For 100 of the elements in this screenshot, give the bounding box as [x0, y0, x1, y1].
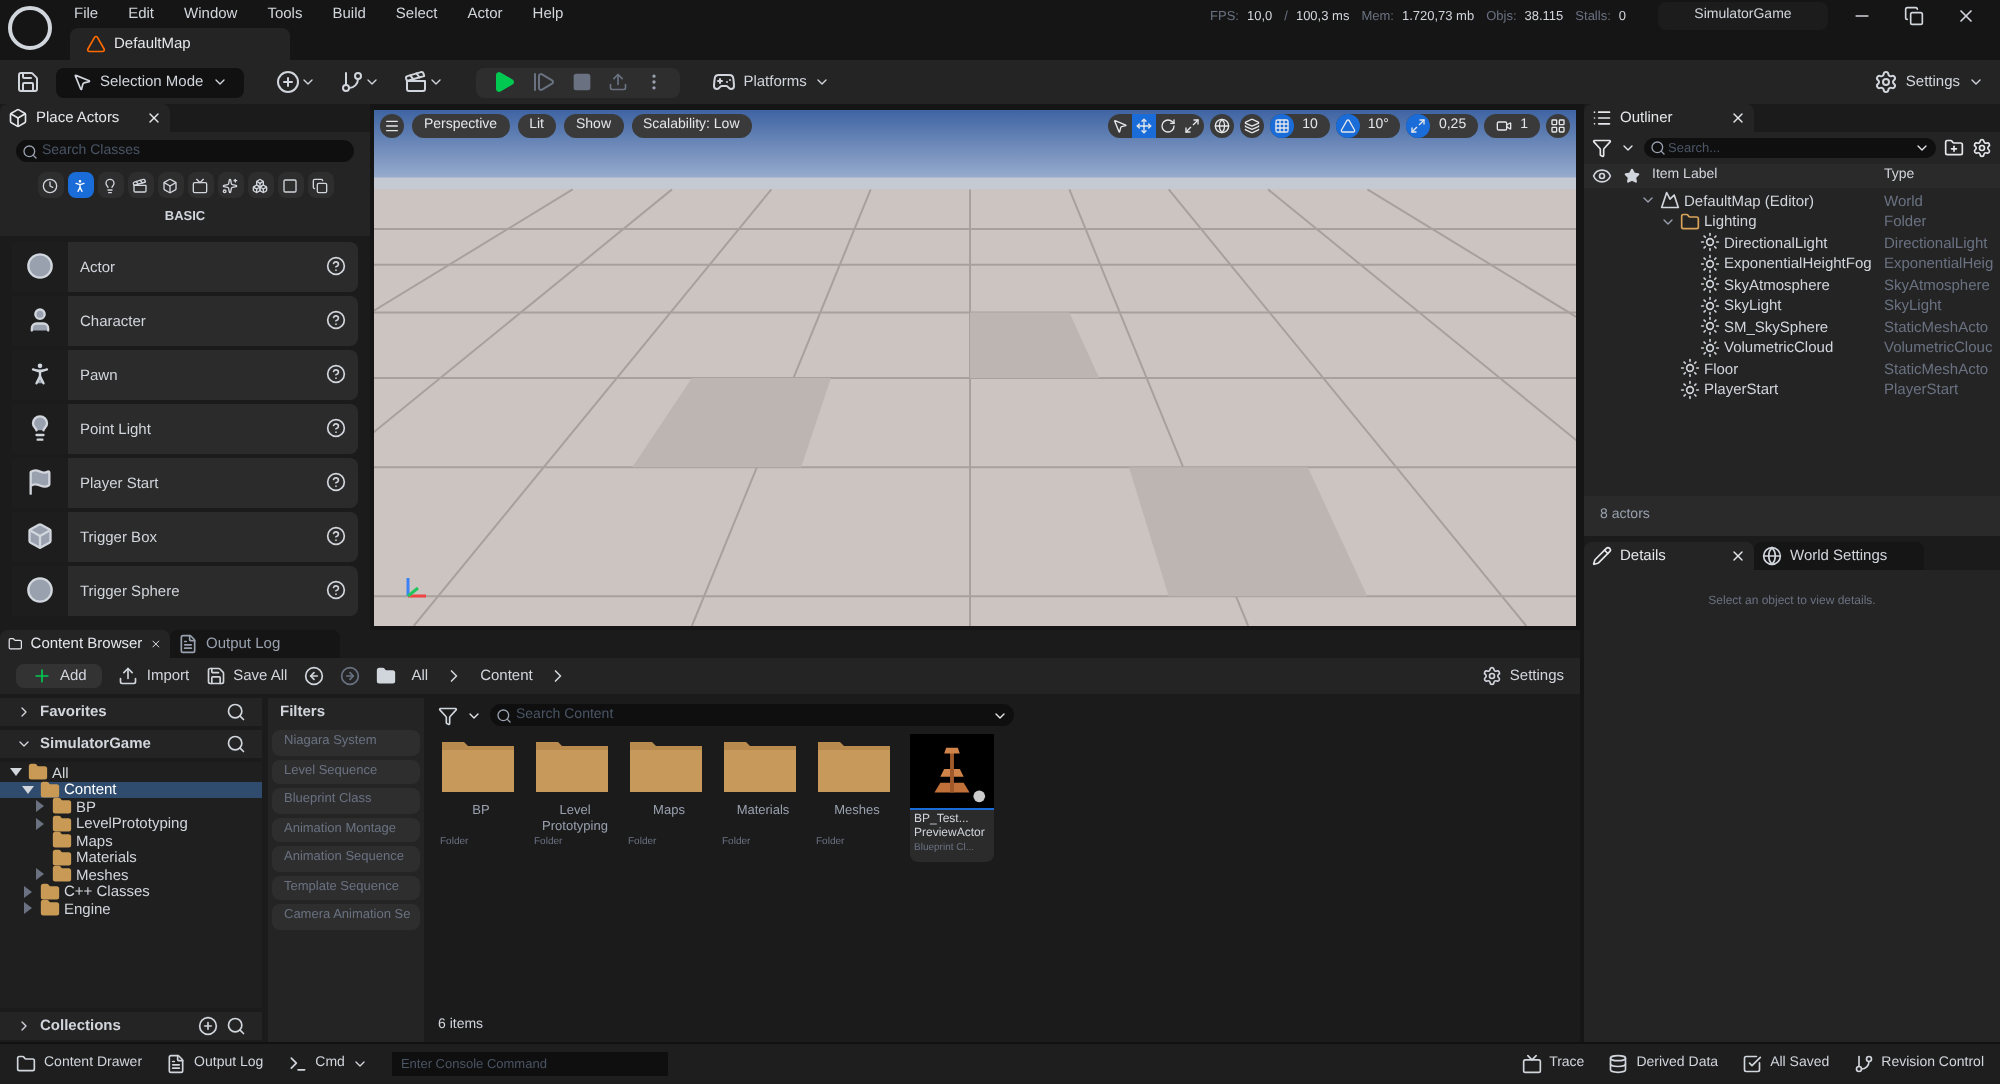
- sun-icon: [1680, 379, 1700, 400]
- pencil-icon: [1592, 546, 1612, 566]
- move-tool-icon[interactable]: [1132, 114, 1157, 138]
- list-icon: [1592, 108, 1612, 128]
- bulb-icon: [102, 177, 118, 193]
- back-icon[interactable]: [303, 666, 324, 686]
- folder-icon: [40, 881, 60, 902]
- close-icon[interactable]: [146, 110, 162, 126]
- category-tab[interactable]: [157, 172, 183, 198]
- flag-icon: [26, 468, 54, 497]
- grid-icon: [1274, 118, 1291, 134]
- log-icon: [178, 634, 198, 654]
- folder-icon: [52, 847, 72, 868]
- blueprint-thumbnail: [910, 734, 994, 810]
- folder-icon: [40, 898, 60, 919]
- square-icon: [282, 177, 298, 193]
- sun-icon: [1700, 337, 1720, 358]
- engine-logo[interactable]: [8, 6, 52, 50]
- clock-icon: [42, 177, 58, 193]
- close-icon[interactable]: [150, 636, 162, 652]
- help-icon[interactable]: [326, 256, 346, 277]
- menu-icon: [384, 118, 400, 134]
- cube-icon: [26, 522, 54, 551]
- globe-icon: [1214, 118, 1231, 134]
- help-icon[interactable]: [326, 580, 346, 601]
- person-icon: [26, 306, 54, 335]
- star-icon: [1624, 168, 1640, 184]
- collapse-arrow-icon[interactable]: [32, 866, 48, 883]
- category-tab[interactable]: [37, 172, 63, 198]
- camera-icon: [1496, 118, 1513, 134]
- search-icon: [226, 702, 246, 722]
- filter-icon[interactable]: [438, 705, 458, 725]
- help-icon[interactable]: [326, 526, 346, 547]
- category-tab[interactable]: [97, 172, 123, 198]
- add-icon[interactable]: [198, 1016, 218, 1036]
- close-icon[interactable]: [1730, 548, 1746, 564]
- category-tab[interactable]: [217, 172, 243, 198]
- restore-icon[interactable]: [1904, 6, 1924, 26]
- stacked-squares-icon: [312, 177, 328, 193]
- folder-icon: [52, 830, 72, 851]
- search-icon: [226, 734, 246, 754]
- settings-icon[interactable]: [1972, 138, 1992, 158]
- gamepad-icon: [711, 70, 736, 94]
- category-tab[interactable]: [67, 172, 93, 198]
- scale-icon: [1410, 118, 1427, 134]
- sun-icon: [1700, 253, 1720, 274]
- cinematics-icon[interactable]: [403, 70, 428, 94]
- layout-icon: [1550, 118, 1566, 134]
- new-folder-icon[interactable]: [1944, 138, 1964, 158]
- scale-tool-icon[interactable]: [1180, 114, 1205, 138]
- search-icon: [1650, 140, 1666, 156]
- category-tab[interactable]: [127, 172, 153, 198]
- caret-icon[interactable]: [1914, 140, 1930, 156]
- category-tab[interactable]: [307, 172, 333, 198]
- sun-icon: [1700, 274, 1720, 295]
- category-tab[interactable]: [247, 172, 273, 198]
- sphere-icon: [26, 576, 54, 605]
- play-icon[interactable]: [491, 70, 516, 94]
- folder-icon: [52, 813, 72, 834]
- sun-icon: [1700, 316, 1720, 337]
- eye-icon: [1592, 166, 1612, 186]
- sparkles-icon: [222, 177, 238, 193]
- help-icon[interactable]: [326, 418, 346, 439]
- import-icon: [118, 666, 139, 686]
- step-icon[interactable]: [531, 70, 556, 94]
- search-icon: [22, 143, 38, 159]
- forward-icon[interactable]: [339, 666, 360, 686]
- sphere-icon: [26, 252, 54, 281]
- pointer-icon: [72, 72, 92, 92]
- expand-arrow-icon[interactable]: [8, 764, 24, 781]
- terminal-icon: [287, 1054, 308, 1074]
- settings-icon: [1873, 70, 1898, 94]
- expand-arrow-icon[interactable]: [20, 781, 36, 798]
- folder-icon: [52, 796, 72, 817]
- close-icon[interactable]: [1956, 6, 1976, 26]
- save-icon[interactable]: [16, 70, 40, 94]
- select-tool-icon[interactable]: [1108, 114, 1133, 138]
- caret-icon: [1968, 74, 1984, 90]
- caret-icon: [211, 74, 228, 90]
- stop-icon[interactable]: [571, 72, 592, 92]
- close-icon[interactable]: [1730, 110, 1746, 126]
- add-actor-icon[interactable]: [275, 70, 300, 94]
- caret-icon: [1620, 140, 1636, 156]
- axis-gizmo-icon: [402, 574, 430, 602]
- folder-icon: [40, 779, 60, 800]
- search-icon: [496, 707, 512, 723]
- help-icon[interactable]: [326, 472, 346, 493]
- help-icon[interactable]: [326, 364, 346, 385]
- sun-icon: [1700, 232, 1720, 253]
- category-tab[interactable]: [277, 172, 303, 198]
- help-icon[interactable]: [326, 310, 346, 331]
- sun-icon: [1700, 295, 1720, 316]
- map-icon: [1660, 190, 1680, 211]
- actors-icon: [8, 108, 28, 128]
- save-icon: [205, 666, 226, 686]
- folder-icon: [28, 762, 48, 783]
- filter-icon[interactable]: [1592, 138, 1612, 158]
- search-icon[interactable]: [226, 1016, 246, 1036]
- category-tab[interactable]: [187, 172, 213, 198]
- rotate-tool-icon[interactable]: [1156, 114, 1181, 138]
